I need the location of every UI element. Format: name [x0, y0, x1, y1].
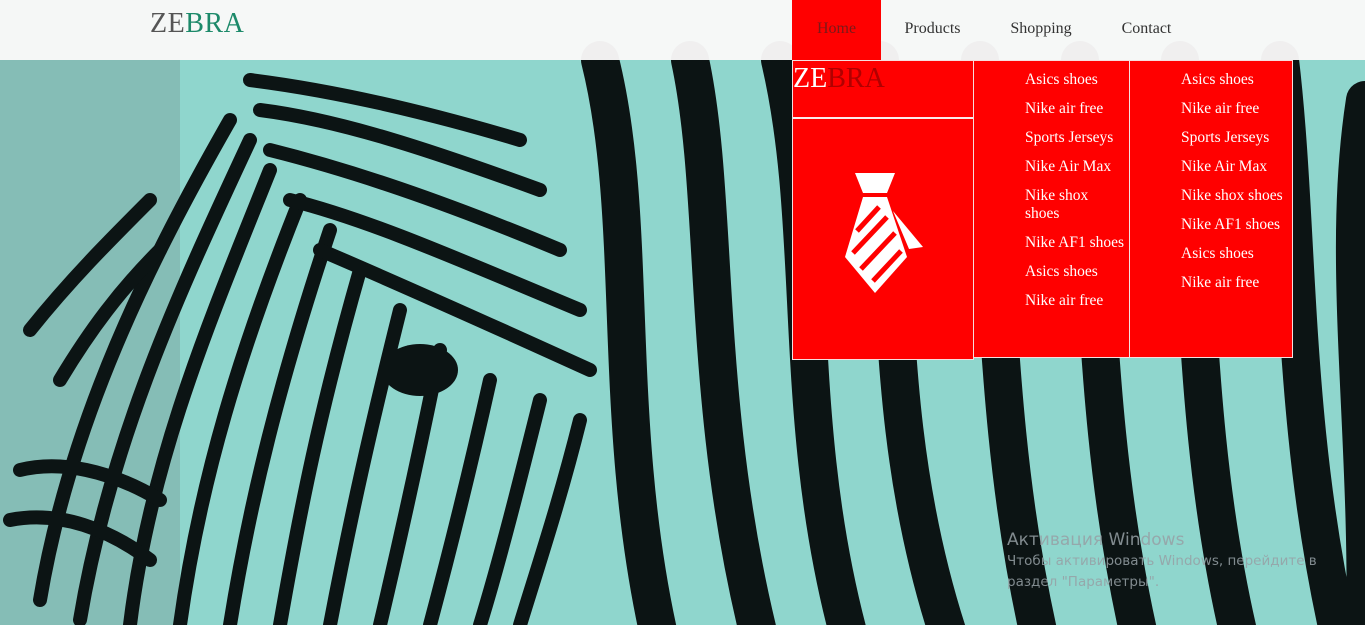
- nav-home[interactable]: Home: [792, 0, 881, 60]
- dropdown-brand-logo[interactable]: ZEBRA: [793, 61, 973, 119]
- top-navbar: ZEBRA Home Products Shopping Contact: [0, 0, 1365, 60]
- dropdown-brand-panel: ZEBRA: [792, 60, 974, 360]
- dropdown-a-item-6[interactable]: Nike AF1 shoes: [1025, 234, 1125, 252]
- dropdown-a-item-5[interactable]: Nike shox shoes: [1025, 187, 1125, 223]
- dropdown-b-item-2[interactable]: Nike air free: [1181, 100, 1289, 118]
- dropdown-brand-part2: BRA: [827, 63, 885, 94]
- nav-contact[interactable]: Contact: [1098, 0, 1195, 60]
- dropdown-b-item-7[interactable]: Asics shoes: [1181, 245, 1289, 263]
- dropdown-b-item-6[interactable]: Nike AF1 shoes: [1181, 216, 1289, 234]
- activation-text: Чтобы активировать Windows, перейдите в …: [1007, 553, 1317, 590]
- dropdown-brand-part1: ZE: [793, 63, 828, 94]
- dropdown-a-item-1[interactable]: Asics shoes: [1025, 71, 1125, 89]
- windows-activation-watermark: Активация Windows Чтобы активировать Win…: [1007, 529, 1327, 593]
- dropdown-column-b: Asics shoes Nike air free Sports Jerseys…: [1129, 60, 1293, 358]
- activation-title: Активация Windows: [1007, 530, 1185, 550]
- dropdown-b-item-4[interactable]: Nike Air Max: [1181, 158, 1289, 176]
- brand-logo-part1: ZE: [150, 8, 186, 39]
- dropdown-b-item-1[interactable]: Asics shoes: [1181, 71, 1289, 89]
- necktie-icon: [843, 171, 925, 300]
- dropdown-column-a: Asics shoes Nike air free Sports Jerseys…: [973, 60, 1130, 358]
- dropdown-a-item-4[interactable]: Nike Air Max: [1025, 158, 1125, 176]
- home-dropdown-menu: ZEBRA Asics shoes Nike air free Sports J…: [792, 60, 1293, 360]
- dropdown-a-item-2[interactable]: Nike air free: [1025, 100, 1125, 118]
- dropdown-a-item-3[interactable]: Sports Jerseys: [1025, 129, 1125, 147]
- brand-logo-part2: BRA: [185, 8, 245, 39]
- dropdown-b-item-8[interactable]: Nike air free: [1181, 274, 1289, 292]
- nav-products[interactable]: Products: [881, 0, 984, 60]
- brand-logo[interactable]: ZEBRA: [150, 8, 244, 40]
- dropdown-a-item-8[interactable]: Nike air free: [1025, 292, 1125, 310]
- dropdown-b-item-3[interactable]: Sports Jerseys: [1181, 129, 1289, 147]
- dropdown-a-item-7[interactable]: Asics shoes: [1025, 263, 1125, 281]
- dropdown-b-item-5[interactable]: Nike shox shoes: [1181, 187, 1289, 205]
- nav-shopping[interactable]: Shopping: [984, 0, 1098, 60]
